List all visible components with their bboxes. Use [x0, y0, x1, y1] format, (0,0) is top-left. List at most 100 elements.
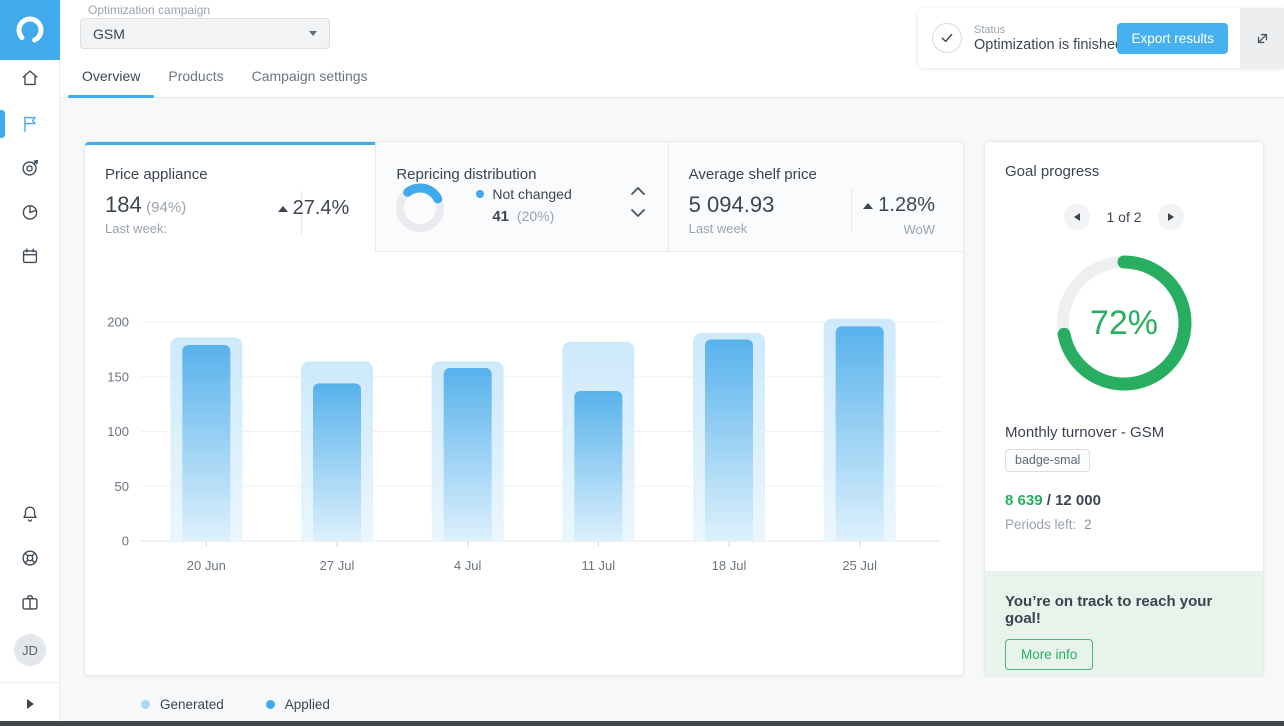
metrics-panel: Price appliance 184 (94%) Last week: 27.… — [84, 141, 964, 676]
stat-tab-price-appliance[interactable]: Price appliance 184 (94%) Last week: 27.… — [85, 142, 375, 252]
repricing-legend: Not changed 41 (20%) — [476, 186, 626, 225]
sidebar-item-notifications[interactable] — [0, 494, 60, 534]
prev-goal-button[interactable] — [1064, 204, 1090, 230]
stat-tab-repricing-distribution[interactable]: Repricing distribution Not changed — [375, 142, 667, 252]
app-logo[interactable] — [0, 0, 60, 60]
svg-text:200: 200 — [107, 315, 129, 330]
sidebar-item-campaigns[interactable] — [0, 104, 60, 144]
goal-current-value: 8 639 — [1005, 492, 1043, 509]
svg-text:50: 50 — [115, 479, 129, 494]
sidebar-expand-button[interactable] — [0, 688, 60, 720]
chevron-down-icon[interactable] — [630, 208, 646, 218]
status-message: Optimization is finished! — [974, 37, 1117, 53]
goal-progress-card: Goal progress 1 of 2 72% Monthly turnove… — [984, 141, 1264, 676]
sidebar: JD — [0, 0, 60, 721]
sidebar-item-goals[interactable] — [0, 148, 60, 188]
legend-percent: (20%) — [517, 208, 554, 224]
stat-delta-value: 1.28% — [878, 194, 935, 217]
bar-chart-svg: 05010015020020 Jun27 Jul4 Jul11 Jul18 Ju… — [85, 252, 963, 682]
campaign-select-value: GSM — [93, 26, 309, 42]
check-circle-icon — [932, 23, 962, 53]
svg-text:150: 150 — [107, 369, 129, 384]
tab-label: Overview — [82, 68, 140, 84]
more-info-button[interactable]: More info — [1005, 639, 1093, 670]
bell-icon — [19, 503, 41, 525]
tab-label: Campaign settings — [252, 68, 368, 84]
stat-percent: (94%) — [146, 199, 186, 216]
repricing-donut-chart — [394, 182, 446, 239]
svg-text:25 Jul: 25 Jul — [842, 558, 877, 573]
svg-text:4 Jul: 4 Jul — [454, 558, 482, 573]
stat-value: 184 — [105, 192, 142, 217]
arrow-up-icon — [278, 206, 288, 212]
goal-metric-title: Monthly turnover - GSM — [985, 424, 1263, 441]
goal-footer: You’re on track to reach your goal! More… — [985, 571, 1263, 675]
legend-dot-icon — [476, 190, 484, 198]
sidebar-item-home[interactable] — [0, 58, 60, 98]
arrow-up-icon — [863, 203, 873, 209]
chevron-right-icon — [27, 699, 34, 709]
goal-percent: 72% — [1049, 248, 1199, 398]
stat-tab-average-shelf-price[interactable]: Average shelf price 5 094.93 Last week 1… — [668, 142, 963, 252]
legend-value: 41 — [492, 208, 509, 225]
sidebar-item-workspace[interactable] — [0, 582, 60, 622]
pagination-text: 1 of 2 — [1106, 209, 1141, 225]
svg-text:11 Jul: 11 Jul — [581, 558, 615, 573]
stat-delta-value: 27.4% — [293, 197, 350, 220]
next-goal-button[interactable] — [1158, 204, 1184, 230]
pricing-dashboard: JD Optimization campaign GSM Status Opti… — [0, 0, 1284, 726]
sidebar-item-calendar[interactable] — [0, 236, 60, 276]
svg-text:27 Jul: 27 Jul — [320, 558, 355, 573]
bar-chart: 05010015020020 Jun27 Jul4 Jul11 Jul18 Ju… — [85, 252, 963, 675]
goal-target-value: 12 000 — [1055, 492, 1101, 509]
svg-text:100: 100 — [107, 424, 129, 439]
goal-pagination: 1 of 2 — [985, 204, 1263, 230]
legend-item-generated[interactable]: Generated — [141, 697, 224, 712]
arrow-right-icon — [1168, 213, 1174, 221]
legend-item-applied[interactable]: Applied — [266, 697, 330, 712]
bottom-edge-bar — [0, 721, 1284, 726]
goal-donut-chart: 72% — [1049, 248, 1199, 398]
legend-entry: Not changed — [476, 186, 626, 202]
goal-periods-value: 2 — [1084, 517, 1092, 532]
header: Optimization campaign GSM Status Optimiz… — [60, 0, 1284, 98]
export-results-button[interactable]: Export results — [1117, 23, 1228, 54]
stat-title: Price appliance — [105, 166, 355, 183]
target-icon — [19, 157, 41, 179]
sidebar-item-analytics[interactable] — [0, 192, 60, 232]
chevron-up-icon[interactable] — [630, 186, 646, 196]
legend-dot-icon — [141, 700, 150, 709]
tab-products[interactable]: Products — [154, 58, 237, 97]
logo-spinner-icon — [13, 13, 47, 47]
goal-periods-label: Periods left: — [1005, 517, 1076, 532]
goal-separator: / — [1047, 492, 1051, 509]
campaign-select[interactable]: GSM — [80, 18, 330, 49]
goal-values: 8 639 / 12 000 — [985, 492, 1263, 509]
goal-title: Goal progress — [985, 142, 1263, 180]
stat-value: 5 094.93 — [689, 192, 775, 217]
tab-campaign-settings[interactable]: Campaign settings — [238, 58, 382, 97]
expand-diagonal-icon — [1253, 29, 1272, 48]
campaign-select-label: Optimization campaign — [88, 3, 210, 17]
svg-text:0: 0 — [122, 534, 129, 549]
status-label: Status — [974, 24, 1117, 36]
stat-tabs-row: Price appliance 184 (94%) Last week: 27.… — [85, 142, 963, 252]
stat-delta: 1.28% — [863, 194, 935, 217]
tab-label: Products — [168, 68, 223, 84]
arrow-left-icon — [1074, 213, 1080, 221]
expand-button[interactable] — [1240, 8, 1284, 68]
user-avatar[interactable]: JD — [14, 634, 46, 666]
status-texts: Status Optimization is finished! — [974, 24, 1117, 53]
sidebar-item-help[interactable] — [0, 538, 60, 578]
home-icon — [19, 67, 41, 89]
legend-label: Not changed — [492, 186, 571, 202]
pie-chart-icon — [19, 201, 41, 223]
briefcase-icon — [19, 591, 41, 613]
divider — [851, 188, 852, 232]
legend-label: Applied — [285, 697, 330, 712]
stat-delta: 27.4% — [278, 197, 350, 220]
goal-periods: Periods left: 2 — [985, 517, 1263, 532]
tab-overview[interactable]: Overview — [68, 58, 154, 97]
main-content: Price appliance 184 (94%) Last week: 27.… — [60, 98, 1284, 721]
calendar-icon — [19, 245, 41, 267]
